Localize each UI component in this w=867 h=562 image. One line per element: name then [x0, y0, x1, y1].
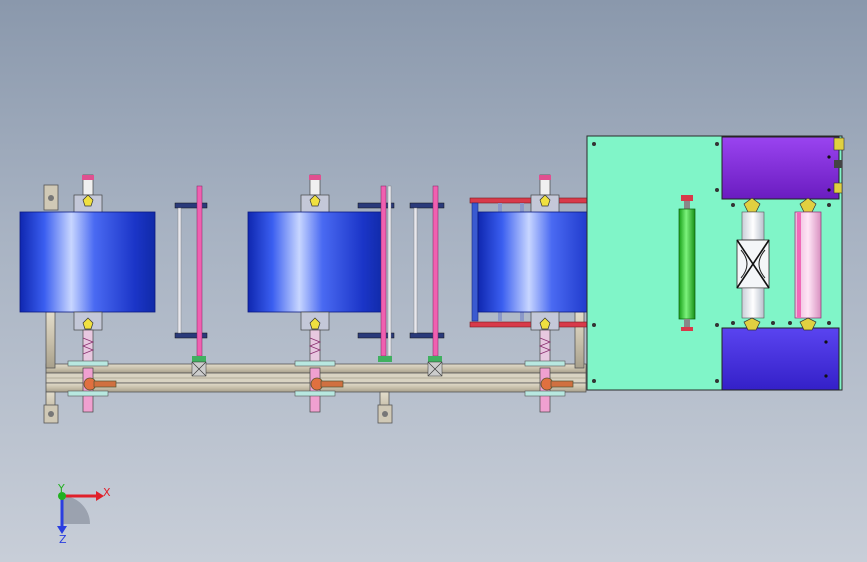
- assembly-drawing[interactable]: [0, 0, 867, 562]
- bottom-drive-box[interactable]: [721, 327, 840, 391]
- tension-guide-1[interactable]: [174, 185, 208, 377]
- material-roll[interactable]: [19, 211, 156, 313]
- material-roll[interactable]: [247, 211, 384, 313]
- top-drive-box[interactable]: [721, 136, 845, 200]
- cad-viewport[interactable]: X Y Z: [0, 0, 867, 562]
- axis-triad: [57, 491, 104, 534]
- y-axis-label: Y: [58, 482, 65, 495]
- z-axis-label: Z: [59, 533, 67, 546]
- green-roller[interactable]: [678, 195, 696, 331]
- x-axis-label: X: [103, 486, 111, 499]
- tension-guide-3[interactable]: [409, 185, 445, 377]
